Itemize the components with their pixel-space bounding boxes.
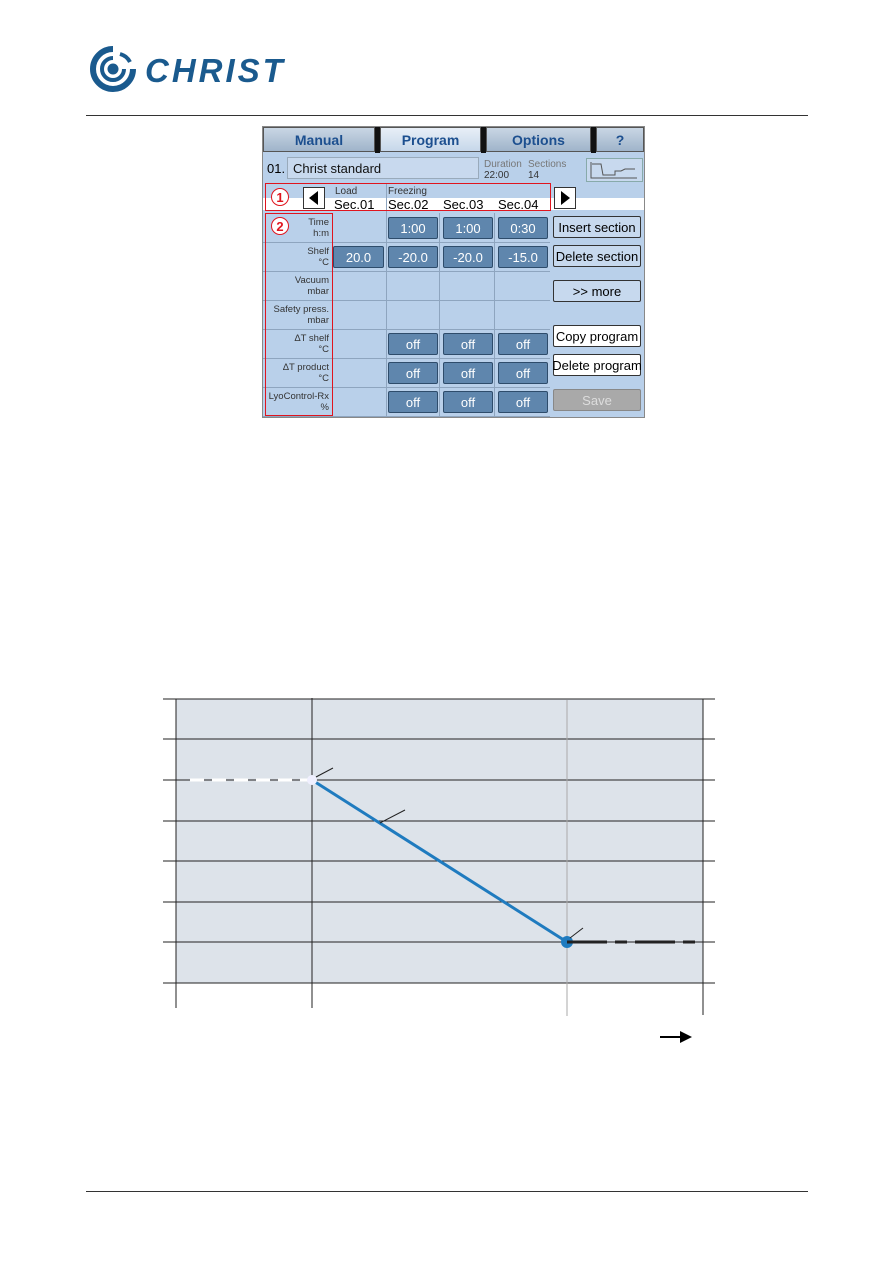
value-cell[interactable]: off	[498, 333, 548, 355]
value-cell[interactable]: 0:30	[498, 217, 548, 239]
program-name-field[interactable]: Christ standard	[287, 157, 479, 179]
document-page: CHRIST Manual Program Options ? 01. Chri…	[0, 0, 893, 1263]
value-cell[interactable]: off	[498, 362, 548, 384]
value-cell[interactable]: off	[388, 391, 438, 413]
row-divider	[263, 416, 550, 417]
delete-section-button[interactable]: Delete section	[553, 245, 641, 267]
callout-number-1: 1	[271, 188, 289, 206]
value-cell[interactable]: off	[443, 362, 493, 384]
sections-label: Sections	[528, 159, 567, 170]
copy-program-button[interactable]: Copy program	[553, 325, 641, 347]
sections-value: 14	[528, 170, 540, 181]
callout-box-2	[265, 213, 333, 416]
callout-box-1	[265, 183, 551, 211]
value-cell[interactable]: 1:00	[388, 217, 438, 239]
value-cell[interactable]: 1:00	[443, 217, 493, 239]
ramp-start-point	[307, 775, 317, 785]
header-divider	[86, 115, 808, 116]
shelf-temperature-diagram	[163, 698, 715, 1043]
value-cell[interactable]: -15.0	[498, 246, 548, 268]
duration-label: Duration	[484, 159, 522, 170]
graph-view-button[interactable]	[586, 158, 643, 182]
column-divider	[439, 213, 440, 416]
footer-divider	[86, 1191, 808, 1192]
tab-options[interactable]: Options	[486, 127, 591, 152]
delete-program-button[interactable]: Delete program	[552, 354, 642, 376]
more-button[interactable]: >> more	[553, 280, 641, 302]
program-screen: Manual Program Options ? 01. Christ stan…	[262, 126, 645, 418]
arrow-right-icon	[660, 1031, 692, 1043]
value-cell[interactable]: off	[443, 333, 493, 355]
value-cell[interactable]: -20.0	[443, 246, 493, 268]
value-cell[interactable]: off	[498, 391, 548, 413]
value-cell[interactable]: 20.0	[333, 246, 384, 268]
value-cell[interactable]: -20.0	[388, 246, 438, 268]
triangle-right-icon	[561, 191, 570, 205]
curve-icon	[590, 162, 637, 179]
insert-section-button[interactable]: Insert section	[553, 216, 641, 238]
value-cell[interactable]: off	[388, 333, 438, 355]
brand-logo-text: CHRIST	[145, 52, 286, 89]
program-number: 01.	[267, 161, 286, 176]
christ-logo-icon	[90, 46, 136, 92]
value-cell[interactable]: off	[388, 362, 438, 384]
duration-value: 22:00	[484, 170, 510, 181]
next-section-button[interactable]	[554, 187, 576, 209]
callout-number-2: 2	[271, 217, 289, 235]
tab-manual[interactable]: Manual	[263, 127, 375, 152]
tab-program[interactable]: Program	[380, 127, 481, 152]
save-button[interactable]: Save	[553, 389, 641, 411]
value-cell[interactable]: off	[443, 391, 493, 413]
tab-help[interactable]: ?	[596, 127, 644, 152]
column-divider	[494, 213, 495, 416]
diagram-background	[176, 699, 703, 983]
